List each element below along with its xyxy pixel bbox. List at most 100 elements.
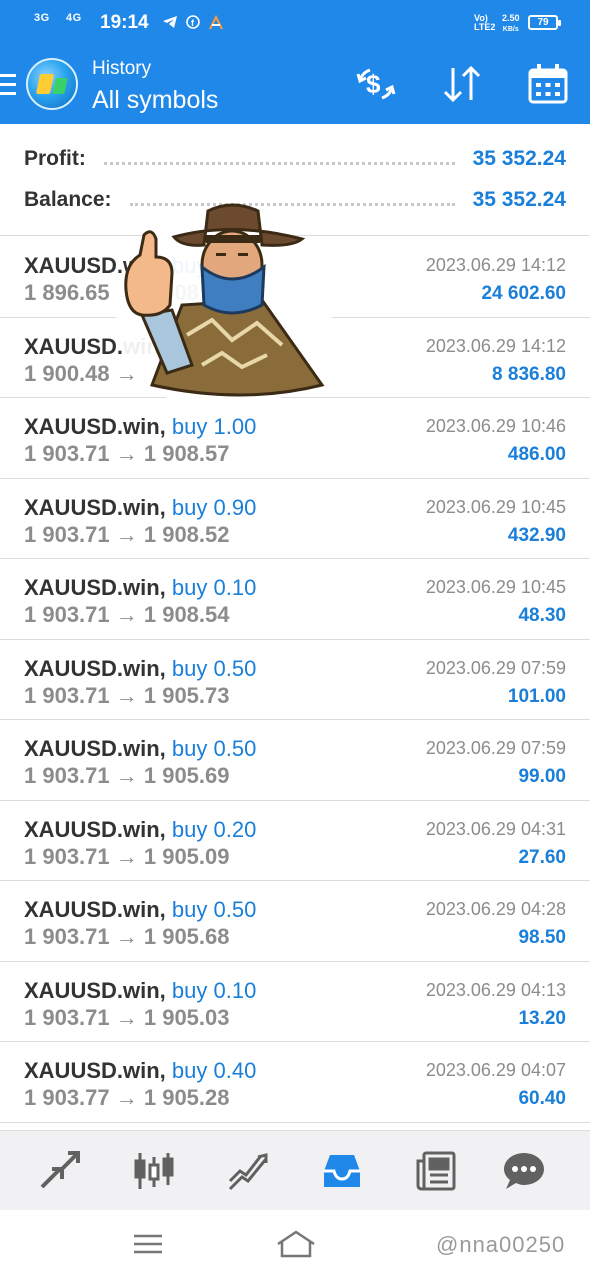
home-button[interactable] <box>276 1230 316 1258</box>
trade-time: 2023.06.29 07:59 <box>425 657 566 678</box>
trade-side-volume: buy 0.50 <box>171 897 257 922</box>
trade-symbol: XAUUSD.win, buy 0.40 <box>24 1058 256 1084</box>
trade-time: 2023.06.29 04:31 <box>425 818 566 839</box>
trade-prices: 1 903.71 → 1 908.52 <box>24 521 230 547</box>
calendar-icon[interactable] <box>526 62 570 106</box>
trade-profit: 101.00 <box>507 685 566 707</box>
trade-row[interactable]: XAUUSD.win, buy 0.50 1 903.71 → 1 905.68 2… <box>0 881 590 962</box>
svg-text:$: $ <box>366 69 381 99</box>
trade-symbol: XAUUSD.win, buy 0.90 <box>24 495 256 521</box>
network-speed: 2.50 KB/s <box>502 13 520 35</box>
news-icon[interactable] <box>414 1149 458 1193</box>
symbol-name: XAUUSD.win, <box>24 494 166 520</box>
dotted-leader <box>103 161 455 165</box>
trade-side-volume: buy 1.00 <box>171 414 257 439</box>
cowboy-thumbs-up-sticker <box>112 195 337 415</box>
app-notification-icon <box>208 14 224 34</box>
profit-row: Profit: 35 352.24 <box>24 139 566 179</box>
history-icon[interactable] <box>320 1149 364 1193</box>
trade-time: 2023.06.29 04:28 <box>425 899 566 919</box>
trade-icon[interactable] <box>226 1149 270 1193</box>
chat-icon[interactable] <box>502 1149 546 1193</box>
trade-profit: 48.30 <box>518 605 566 626</box>
symbol-name: XAUUSD.win, <box>24 816 166 842</box>
speed-value: 2.50 <box>502 13 520 23</box>
recent-apps-button[interactable] <box>134 1234 162 1254</box>
trade-profit: 27.60 <box>518 846 566 868</box>
trade-prices: 1 903.71 → 1 908.57 <box>24 441 230 466</box>
trade-symbol: XAUUSD.win, buy 0.50 <box>24 656 256 682</box>
balance-value: 35 352.24 <box>472 188 566 211</box>
trade-profit: 432.90 <box>507 524 566 546</box>
trade-side-volume: buy 0.10 <box>171 977 257 1003</box>
trade-side-volume: buy 0.40 <box>171 1058 257 1083</box>
trade-row[interactable]: XAUUSD.win, buy 0.20 1 903.71 → 1 905.09 2… <box>0 801 590 881</box>
deposit-withdraw-filter-icon[interactable]: $ <box>354 62 398 106</box>
battery-indicator: 79 <box>528 15 561 30</box>
trade-prices: 1 903.71 → 1 908.54 <box>24 602 230 627</box>
symbol-name: XAUUSD.win, <box>24 977 166 1003</box>
trade-profit: 486.00 <box>507 444 566 465</box>
telegram-icon <box>162 15 178 32</box>
trade-row[interactable]: XAUUSD.win, buy 0.90 1 903.71 → 1 908.52 2… <box>0 479 590 559</box>
chart-icon[interactable] <box>132 1149 176 1193</box>
trade-time: 2023.06.29 14:12 <box>425 255 566 275</box>
metatrader-logo[interactable] <box>26 58 78 110</box>
trade-profit: 24 602.60 <box>481 283 566 304</box>
trade-time: 2023.06.29 04:07 <box>425 1060 566 1080</box>
trade-time: 2023.06.29 07:59 <box>425 738 566 758</box>
profit-value: 35 352.24 <box>472 147 566 170</box>
trade-prices: 1 903.71 → 1 905.09 <box>24 843 230 869</box>
trade-prices: 1 903.71 → 1 905.03 <box>24 1004 230 1030</box>
trade-profit: 60.40 <box>518 1088 566 1109</box>
trade-symbol: XAUUSD.win, buy 0.10 <box>24 575 256 601</box>
trade-symbol: XAUUSD.win, buy 0.50 <box>24 897 256 923</box>
trade-row[interactable]: XAUUSD.win, buy 0.10 1 903.71 → 1 908.54 2… <box>0 559 590 640</box>
trade-row[interactable]: XAUUSD.win, buy 0.50 1 903.71 → 1 905.69 2… <box>0 720 590 801</box>
facebook-icon: f <box>186 15 200 32</box>
symbol-name: XAUUSD.win, <box>24 736 166 761</box>
balance-label: Balance: <box>24 188 112 211</box>
trade-side-volume: buy 0.90 <box>171 494 257 520</box>
quotes-icon[interactable] <box>38 1149 82 1193</box>
trade-profit: 99.00 <box>518 766 566 787</box>
trade-time: 2023.06.29 10:45 <box>425 496 566 517</box>
symbol-name: XAUUSD.win, <box>24 897 166 922</box>
volte-indicator: Vo) LTE2 <box>474 13 496 32</box>
trade-prices: 1 903.71 → 1 905.69 <box>24 763 230 788</box>
bottom-navigation <box>0 1130 590 1210</box>
trade-symbol: XAUUSD.win, buy 0.10 <box>24 978 256 1004</box>
symbol-filter[interactable]: All symbols <box>92 86 218 115</box>
trade-side-volume: buy 0.10 <box>171 575 257 600</box>
profit-label: Profit: <box>24 147 86 170</box>
status-bar: 3G 4G 19:14 f Vo) LTE2 2.50 KB/s 79 <box>0 0 590 46</box>
network-3g-indicator: 3G <box>34 12 50 24</box>
trade-row[interactable]: XAUUSD.win, buy 0.10 1 903.71 → 1 905.03 2… <box>0 962 590 1042</box>
trade-side-volume: buy 0.20 <box>171 816 257 842</box>
speed-unit: KB/s <box>502 26 519 33</box>
trade-time: 2023.06.29 14:12 <box>425 335 566 356</box>
trade-symbol: XAUUSD.win, buy 1.00 <box>24 414 256 440</box>
trade-prices: 1 903.71 → 1 905.73 <box>24 682 230 708</box>
trade-side-volume: buy 0.50 <box>171 655 257 681</box>
trade-profit: 98.50 <box>518 927 566 948</box>
network-4g-indicator: 4G <box>66 12 82 24</box>
trade-symbol: XAUUSD.win, buy 0.50 <box>24 736 256 762</box>
trade-row[interactable]: XAUUSD.win, buy 0.40 1 903.77 → 1 905.28 2… <box>0 1042 590 1123</box>
trade-row[interactable]: XAUUSD.win, buy 0.50 1 903.71 → 1 905.73 2… <box>0 640 590 720</box>
top-bar: 3G 4G 19:14 f Vo) LTE2 2.50 KB/s 79 Histo… <box>0 0 590 124</box>
symbol-name: XAUUSD.win, <box>24 575 166 600</box>
trade-symbol: XAUUSD.win, buy 0.20 <box>24 817 256 843</box>
trade-profit: 8 836.80 <box>492 363 566 385</box>
trade-time: 2023.06.29 04:13 <box>425 979 566 1000</box>
sort-icon[interactable] <box>440 62 484 106</box>
svg-text:f: f <box>191 18 195 28</box>
trade-profit: 13.20 <box>518 1007 566 1029</box>
trade-time: 2023.06.29 10:46 <box>425 416 566 436</box>
clock: 19:14 <box>100 12 149 33</box>
menu-button[interactable] <box>0 74 18 98</box>
symbol-name: XAUUSD.win, <box>24 414 166 439</box>
symbol-name: XAUUSD.win, <box>24 1058 166 1083</box>
trade-prices: 1 903.77 → 1 905.28 <box>24 1085 230 1110</box>
watermark: @nna00250 <box>436 1232 566 1257</box>
